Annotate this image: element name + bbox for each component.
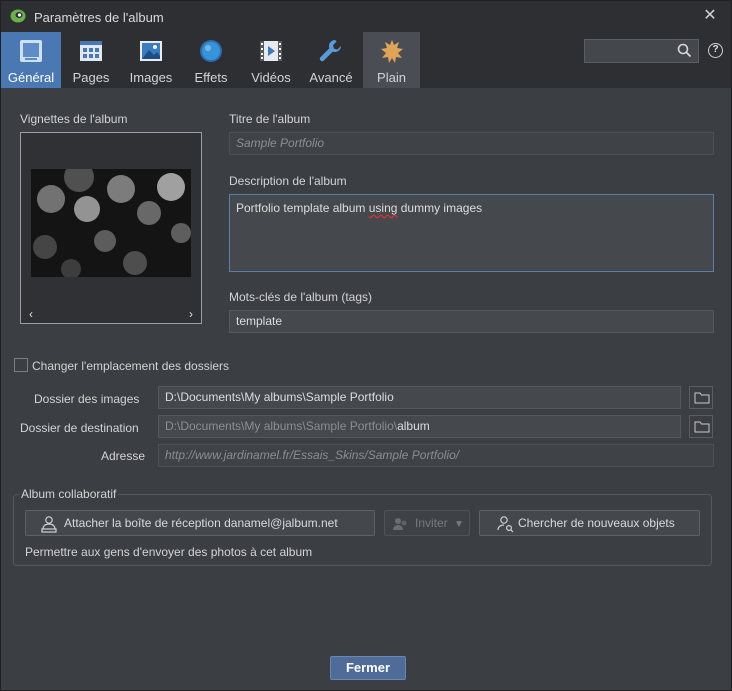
tab-plain[interactable]: Plain xyxy=(363,32,420,88)
tab-advanced-label: Avancé xyxy=(309,70,353,85)
close-button[interactable]: Fermer xyxy=(330,656,406,680)
destination-folder-prefix: D:\Documents\My albums\Sample Portfolio\ xyxy=(165,419,398,433)
invite-users-icon xyxy=(393,518,407,530)
videos-icon xyxy=(260,41,282,61)
tab-effects-label: Effets xyxy=(194,70,228,85)
user-inbox-icon xyxy=(41,516,57,533)
search-new-objects-button[interactable]: Chercher de nouveaux objets xyxy=(479,510,700,536)
address-field[interactable]: http://www.jardinamel.fr/Essais_Skins/Sa… xyxy=(158,444,714,467)
tab-general[interactable]: Général xyxy=(1,32,61,88)
window-title: Paramètres de l'album xyxy=(34,10,164,25)
folder-icon xyxy=(694,392,710,404)
destination-folder-field[interactable]: D:\Documents\My albums\Sample Portfolio\… xyxy=(158,415,681,438)
browse-image-folder-button[interactable] xyxy=(689,386,713,409)
description-text-end: dummy images xyxy=(397,201,483,215)
tab-general-label: Général xyxy=(7,70,55,85)
thumbnails-label: Vignettes de l'album xyxy=(20,112,128,126)
address-label: Adresse xyxy=(101,449,146,463)
tab-videos[interactable]: Vidéos xyxy=(241,32,301,88)
album-title-field[interactable]: Sample Portfolio xyxy=(229,132,714,155)
search-new-objects-label: Chercher de nouveaux objets xyxy=(518,516,675,530)
collaborative-note: Permettre aux gens d'envoyer des photos … xyxy=(25,545,313,559)
browse-destination-folder-button[interactable] xyxy=(689,415,713,438)
invite-label: Inviter xyxy=(415,516,448,530)
image-folder-field[interactable]: D:\Documents\My albums\Sample Portfolio xyxy=(158,386,681,409)
change-folders-label: Changer l'emplacement des dossiers xyxy=(32,359,230,373)
album-title-label: Titre de l'album xyxy=(229,112,311,126)
destination-folder-suffix: album xyxy=(397,419,430,433)
search-icon[interactable] xyxy=(677,43,692,58)
image-folder-label: Dossier des images xyxy=(34,392,140,406)
images-icon xyxy=(140,41,162,61)
album-thumbnail-image xyxy=(31,169,191,277)
tab-videos-label: Vidéos xyxy=(251,70,291,85)
effects-icon xyxy=(200,40,222,62)
destination-folder-label: Dossier de destination xyxy=(20,421,139,435)
invite-button[interactable]: Inviter ▼ xyxy=(384,510,470,536)
jalbum-app-icon xyxy=(10,9,26,23)
change-folders-checkbox[interactable] xyxy=(14,358,28,372)
pages-icon xyxy=(80,41,102,61)
album-settings-dialog: Paramètres de l'album ✕ Général Pages Im… xyxy=(0,0,732,691)
prev-thumbnail-icon[interactable]: ‹ xyxy=(29,307,33,321)
user-search-icon xyxy=(497,516,514,533)
tab-images-label: Images xyxy=(129,70,173,85)
help-icon[interactable]: ? xyxy=(708,43,723,58)
keywords-field[interactable]: template xyxy=(229,310,714,333)
tab-effects[interactable]: Effets xyxy=(181,32,241,88)
plain-skin-icon xyxy=(380,40,403,63)
title-bar: Paramètres de l'album ✕ xyxy=(1,1,731,32)
tab-plain-label: Plain xyxy=(377,70,406,85)
attach-inbox-label: Attacher la boîte de réception danamel@j… xyxy=(64,516,338,530)
description-text-start: Portfolio template album xyxy=(236,201,369,215)
chevron-down-icon: ▼ xyxy=(454,519,464,530)
next-thumbnail-icon[interactable]: › xyxy=(189,307,193,321)
tab-advanced[interactable]: Avancé xyxy=(301,32,361,88)
close-icon[interactable]: ✕ xyxy=(701,7,719,25)
keywords-label: Mots-clés de l'album (tags) xyxy=(229,290,373,304)
attach-inbox-button[interactable]: Attacher la boîte de réception danamel@j… xyxy=(25,510,375,536)
collaborative-album-title: Album collaboratif xyxy=(19,487,119,501)
wrench-icon xyxy=(319,39,342,62)
tab-pages[interactable]: Pages xyxy=(61,32,121,88)
folder-icon xyxy=(694,421,710,433)
settings-toolbar: Général Pages Images Effets Vidéos Avanc… xyxy=(1,32,731,88)
tab-pages-label: Pages xyxy=(72,70,110,85)
album-description-label: Description de l'album xyxy=(229,174,347,188)
tab-images[interactable]: Images xyxy=(121,32,181,88)
misspelled-word: using xyxy=(368,201,398,215)
general-icon xyxy=(20,40,42,62)
album-description-field[interactable]: Portfolio template album using dummy ima… xyxy=(229,194,714,272)
album-thumbnail-selector[interactable]: ‹ › xyxy=(20,132,202,324)
